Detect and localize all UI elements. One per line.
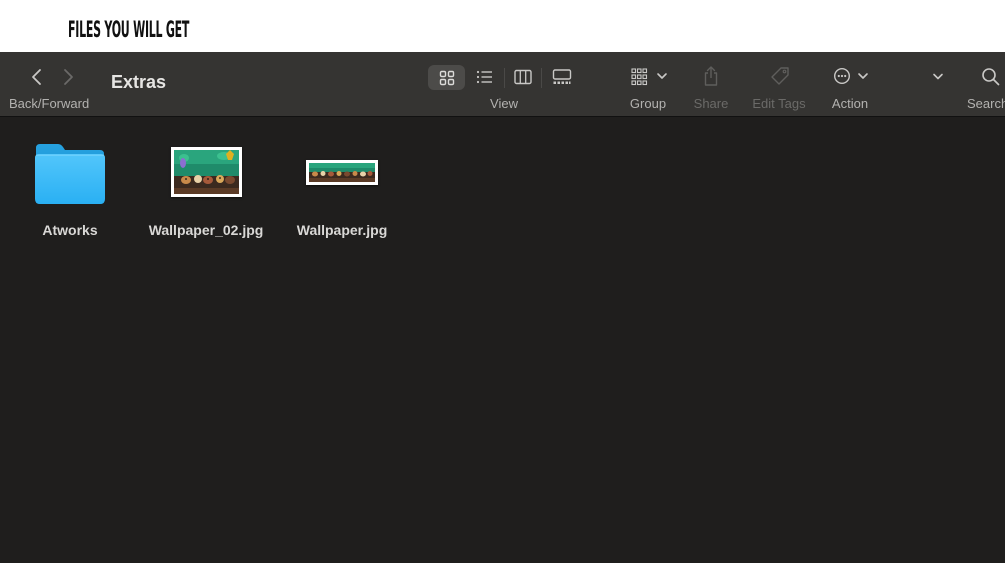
file-item-wallpaper-02[interactable]: Wallpaper_02.jpg — [141, 117, 271, 247]
folder-icon — [33, 142, 107, 206]
promo-banner: FILES YOU WILL GET — [0, 0, 1005, 52]
toolbar: Back/Forward Extras View Group Share Edi… — [0, 52, 1005, 117]
back-arrow-icon[interactable] — [30, 68, 44, 86]
image-thumbnail — [171, 147, 242, 197]
group-label: Group — [629, 96, 667, 111]
list-view-icon[interactable] — [476, 69, 494, 85]
share-label: Share — [693, 96, 729, 111]
action-ellipsis-icon[interactable] — [833, 67, 873, 85]
column-view-icon[interactable] — [514, 69, 532, 85]
banner-title: FILES YOU WILL GET — [68, 18, 190, 43]
view-label: View — [490, 96, 518, 111]
chevron-down-icon[interactable] — [931, 72, 945, 82]
file-name: Wallpaper.jpg — [296, 222, 388, 238]
file-grid: Atworks Wallpaper_02.jpg Wallpaper.jpg — [0, 117, 1005, 563]
window-title: Extras — [111, 72, 167, 92]
share-icon[interactable] — [703, 65, 719, 87]
tag-icon[interactable] — [770, 66, 790, 86]
file-name: Atworks — [42, 222, 98, 238]
icon-view-icon[interactable] — [439, 70, 455, 86]
forward-arrow-icon[interactable] — [61, 68, 75, 86]
edit-tags-label: Edit Tags — [752, 96, 806, 111]
file-item-atworks[interactable]: Atworks — [5, 117, 135, 247]
file-item-wallpaper[interactable]: Wallpaper.jpg — [277, 117, 407, 247]
search-icon[interactable] — [981, 67, 1001, 87]
back-forward-label: Back/Forward — [9, 96, 90, 111]
group-icon[interactable] — [631, 68, 671, 86]
divider-2 — [541, 68, 542, 88]
action-label: Action — [831, 96, 869, 111]
image-thumbnail — [306, 160, 378, 185]
finder-window: Back/Forward Extras View Group Share Edi… — [0, 52, 1005, 563]
file-name: Wallpaper_02.jpg — [148, 222, 264, 238]
search-label: Search — [967, 96, 1005, 111]
gallery-view-icon[interactable] — [552, 69, 572, 85]
divider-1 — [504, 68, 505, 88]
